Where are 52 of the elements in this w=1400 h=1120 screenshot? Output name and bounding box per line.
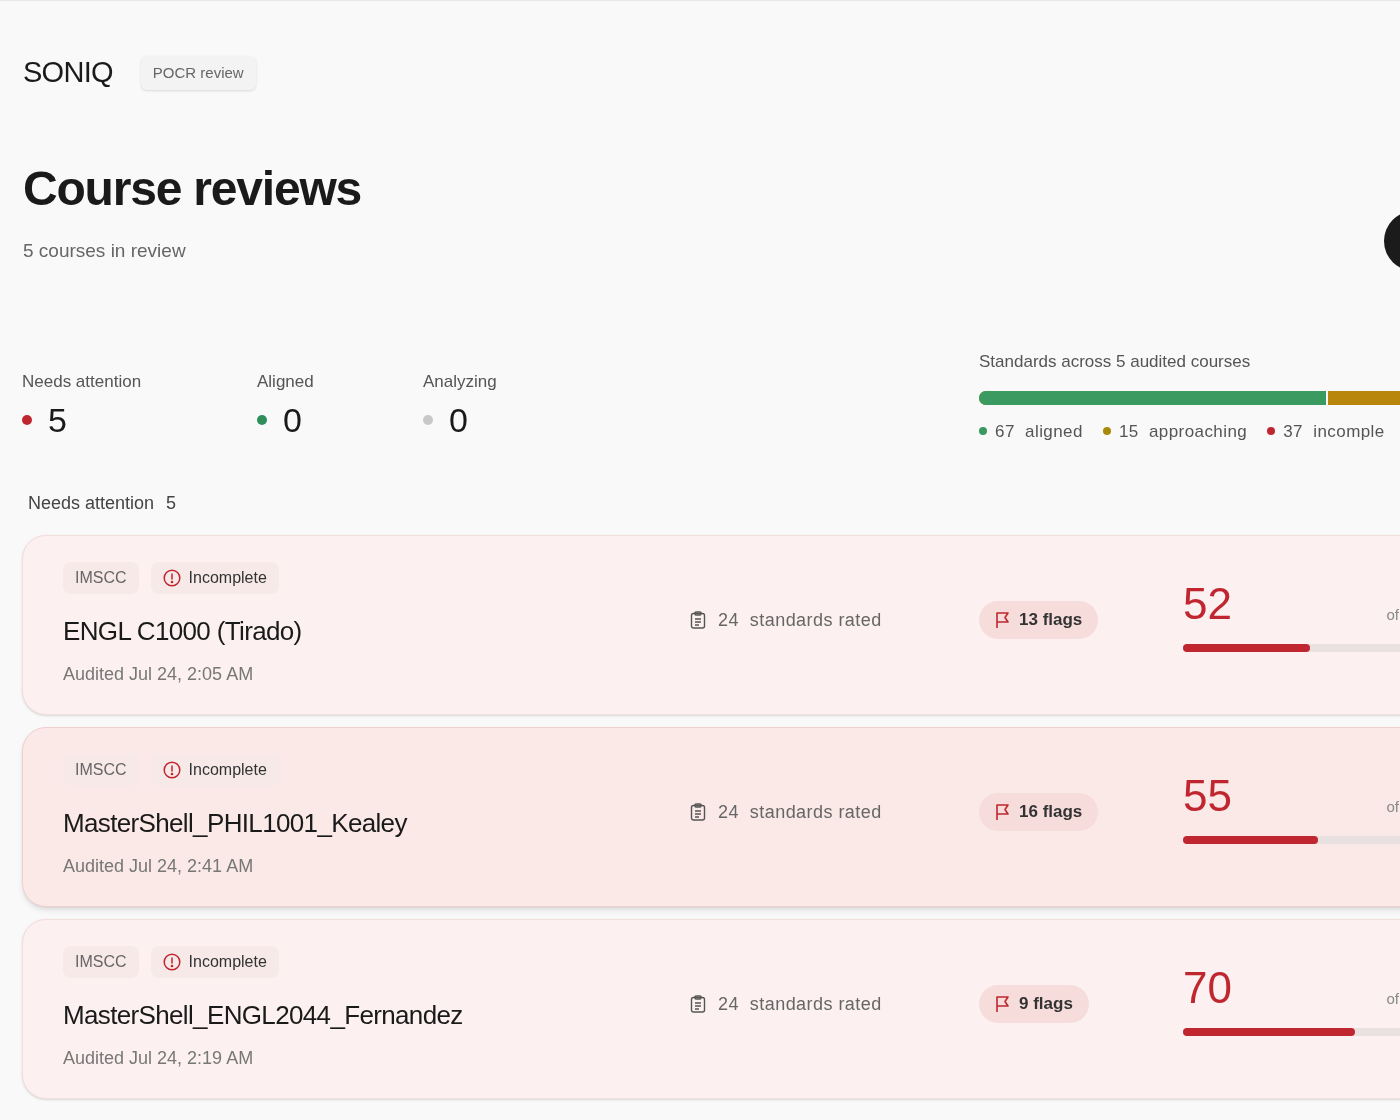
section-count: 5 — [166, 492, 177, 515]
page-title: Course reviews — [22, 164, 363, 213]
alert-icon — [162, 569, 181, 587]
audited-date: Audited Jul 24, 2:41 AM — [63, 855, 255, 878]
score-value: 52 — [1183, 582, 1232, 626]
standards-rated: 24 standards rated — [718, 800, 882, 824]
score-of: of — [1386, 796, 1399, 817]
status-badge: Incomplete — [150, 562, 279, 594]
clipboard-icon — [690, 803, 706, 821]
standards-title: Standards across 5 audited courses — [979, 351, 1252, 373]
stat-label: Aligned — [257, 371, 315, 393]
standards-rated: 24 standards rated — [718, 992, 882, 1016]
score-value: 70 — [1183, 966, 1232, 1010]
legend-label: 15 approaching — [1118, 420, 1248, 443]
format-badge: IMSCC — [63, 946, 139, 978]
course-card[interactable]: IMSCC Incomplete MasterShell_ENGL2044_Fernandez Audited Jul 24, 2:19 AM 24 standards rated 9 flags 70 of — [22, 919, 1400, 1099]
course-card[interactable]: IMSCC Incomplete ENGL C1000 (Tirado) Audited Jul 24, 2:05 AM 24 standards rated 13 flags 52 of — [22, 535, 1400, 715]
format-badge: IMSCC — [63, 754, 139, 786]
clipboard-icon — [690, 611, 706, 629]
stat-label: Analyzing — [423, 371, 498, 393]
course-title: MasterShell_PHIL1001_Kealey — [63, 807, 409, 840]
score-of: of — [1386, 988, 1399, 1009]
stat-value: 0 — [449, 402, 468, 437]
page-subtitle: 5 courses in review — [22, 238, 187, 263]
flag-icon — [995, 803, 1011, 821]
alert-icon — [162, 953, 181, 971]
legend-label: 37 incomple — [1283, 420, 1385, 443]
score-of: of — [1386, 604, 1399, 625]
score-value: 55 — [1183, 774, 1232, 818]
status-badge: Incomplete — [150, 754, 279, 786]
alert-icon — [162, 761, 181, 779]
stat-value: 5 — [48, 402, 67, 437]
flags-badge: 13 flags — [979, 601, 1099, 639]
audited-date: Audited Jul 24, 2:05 AM — [63, 663, 255, 686]
status-badge: Incomplete — [150, 946, 279, 978]
format-badge: IMSCC — [63, 562, 139, 594]
flags-badge: 9 flags — [979, 985, 1089, 1023]
section-label: Needs attention — [28, 492, 155, 515]
stat-value: 0 — [283, 402, 302, 437]
standards-rated: 24 standards rated — [718, 608, 882, 632]
flag-icon — [995, 995, 1011, 1013]
clipboard-icon — [690, 995, 706, 1013]
course-title: MasterShell_ENGL2044_Fernandez — [63, 999, 464, 1032]
audited-date: Audited Jul 24, 2:19 AM — [63, 1047, 255, 1070]
stat-label: Needs attention — [22, 371, 143, 393]
course-title: ENGL C1000 (Tirado) — [63, 615, 303, 648]
flag-icon — [995, 611, 1011, 629]
header-badge: POCR review — [140, 55, 256, 90]
flags-badge: 16 flags — [979, 793, 1099, 831]
course-card[interactable]: IMSCC Incomplete MasterShell_PHIL1001_Kealey Audited Jul 24, 2:41 AM 24 standards rated 16 flags 55 of — [22, 727, 1400, 907]
legend-label: 67 aligned — [995, 420, 1083, 443]
logo: SONIQ — [23, 55, 113, 90]
